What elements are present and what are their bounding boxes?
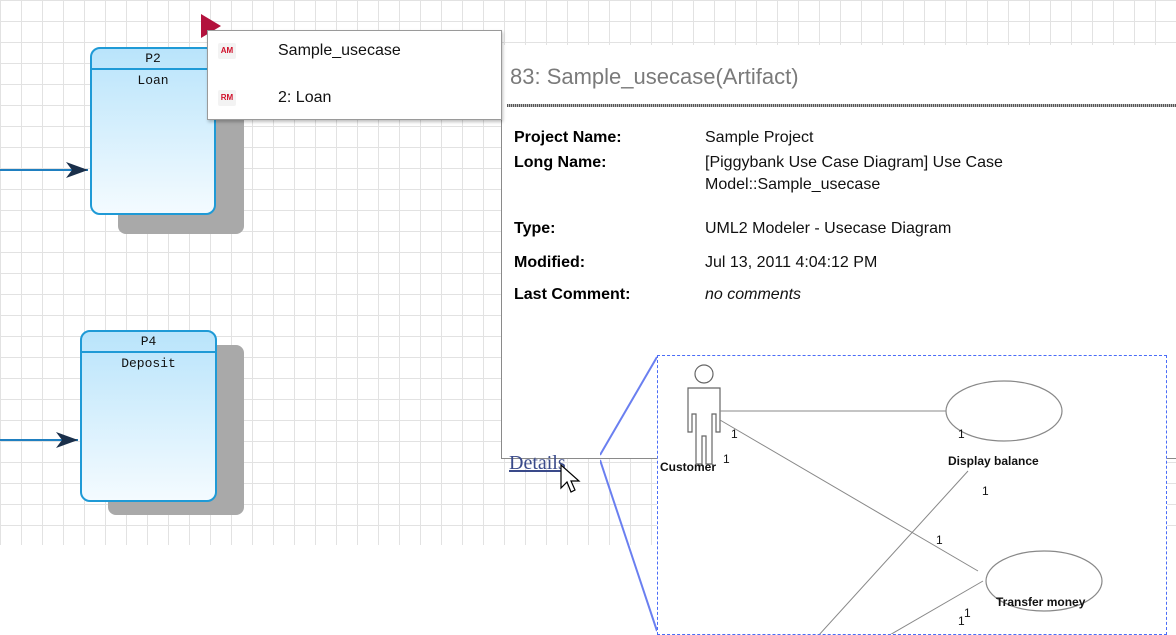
last-comment-label: Last Comment: bbox=[514, 286, 631, 303]
multiplicity-label: 1 bbox=[936, 533, 943, 547]
usecase-diagram-thumbnail[interactable]: Customer Display balance Transfer money … bbox=[657, 355, 1167, 635]
multiplicity-label: 1 bbox=[982, 484, 989, 498]
popup-title: 83: Sample_usecase(Artifact) bbox=[510, 64, 799, 89]
process-label: Deposit bbox=[121, 356, 176, 371]
mouse-pointer-icon bbox=[560, 464, 581, 493]
menu-item-label: 2: Loan bbox=[278, 89, 332, 106]
actor-label: Customer bbox=[660, 460, 717, 474]
process-id: P2 bbox=[92, 49, 214, 70]
multiplicity-label: 1 bbox=[731, 427, 738, 441]
menu-item-label: Sample_usecase bbox=[278, 42, 401, 59]
modified-label: Modified: bbox=[514, 254, 586, 271]
type-value: UML2 Modeler - Usecase Diagram bbox=[705, 220, 952, 237]
last-comment-value: no comments bbox=[705, 286, 802, 303]
menu-item-loan[interactable]: RM 2: Loan bbox=[208, 82, 501, 116]
project-name-label: Project Name: bbox=[514, 129, 622, 146]
process-label: Loan bbox=[137, 73, 169, 88]
usecase-diagram bbox=[687, 364, 1103, 634]
type-label: Type: bbox=[514, 220, 556, 237]
long-name-value: [Piggybank Use Case Diagram] Use Case bbox=[705, 154, 1003, 171]
zoom-connector bbox=[600, 356, 658, 632]
am-badge-icon: AM bbox=[218, 43, 236, 59]
rm-badge-icon: RM bbox=[218, 90, 236, 106]
long-name-value-line2: Model::Sample_usecase bbox=[705, 176, 881, 193]
title-divider bbox=[507, 104, 1176, 107]
long-name-label: Long Name: bbox=[514, 154, 607, 171]
actor-icon bbox=[687, 364, 721, 465]
multiplicity-label: 1 bbox=[723, 452, 730, 466]
multiplicity-label: 1 bbox=[964, 606, 971, 620]
modified-value: Jul 13, 2011 4:04:12 PM bbox=[705, 254, 878, 271]
multiplicity-label: 1 bbox=[958, 614, 965, 628]
details-link[interactable]: Details bbox=[509, 452, 566, 475]
process-box[interactable]: P2 Loan bbox=[90, 47, 216, 215]
project-name-value: Sample Project bbox=[705, 129, 814, 146]
process-box[interactable]: P4 Deposit bbox=[80, 330, 217, 502]
usecase-label: Display balance bbox=[948, 454, 1039, 468]
multiplicity-label: 1 bbox=[958, 427, 965, 441]
usecase-label: Transfer money bbox=[996, 595, 1086, 609]
menu-item-sample-usecase[interactable]: AM Sample_usecase bbox=[208, 35, 501, 69]
artifact-menu: AM Sample_usecase RM 2: Loan bbox=[207, 30, 502, 120]
process-id: P4 bbox=[82, 332, 215, 353]
